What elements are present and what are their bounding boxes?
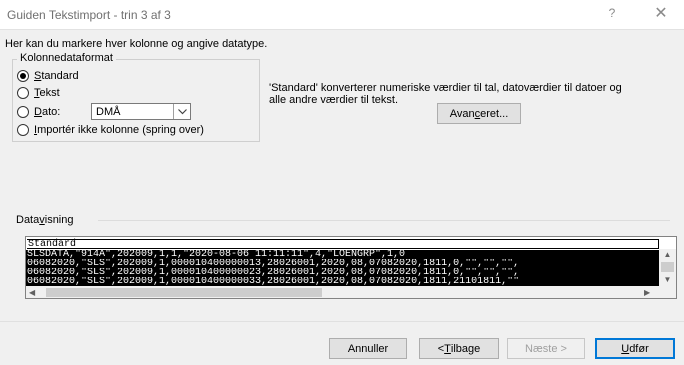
radio-standard-label: Standard bbox=[34, 69, 79, 82]
radio-selected-icon bbox=[17, 69, 29, 82]
radio-date[interactable]: Dato: bbox=[17, 104, 60, 119]
intro-text: Her kan du markere hver kolonne og angiv… bbox=[5, 38, 268, 50]
preview-row: 06082020,"SLS",202009,1,000010400000033,… bbox=[26, 277, 659, 286]
vertical-scroll-thumb[interactable] bbox=[661, 262, 674, 272]
scroll-up-icon[interactable]: ▲ bbox=[659, 249, 676, 260]
scroll-down-icon[interactable]: ▼ bbox=[659, 274, 676, 285]
advanced-button[interactable]: Avan c eret... bbox=[437, 103, 521, 124]
window-title: Guiden Tekstimport - trin 3 af 3 bbox=[7, 8, 171, 22]
column-format-legend: Kolonnedataformat bbox=[17, 52, 116, 64]
preview-row: 06082020,"SLS",202009,1,000010400000023,… bbox=[26, 268, 659, 277]
footer-divider bbox=[0, 321, 684, 322]
scroll-left-icon[interactable]: ◀ bbox=[29, 286, 41, 298]
date-format-select[interactable]: DMÅ bbox=[91, 103, 191, 120]
preview-divider bbox=[98, 220, 670, 221]
scroll-right-icon[interactable]: ▶ bbox=[644, 286, 656, 298]
title-bar: Guiden Tekstimport - trin 3 af 3 ? ✕ bbox=[0, 0, 684, 30]
preview-label: Datavisning bbox=[16, 214, 74, 226]
format-description-line1: 'Standard' konverterer numeriske værdier… bbox=[269, 82, 622, 94]
finish-button[interactable]: Udfør bbox=[595, 338, 675, 359]
next-button[interactable]: Næste > bbox=[507, 338, 585, 359]
column-header[interactable]: Standard bbox=[27, 239, 659, 250]
radio-unselected-icon bbox=[17, 86, 29, 99]
preview-row: SLSDATA,"914A",202009,1,1,"2020-08-06 11… bbox=[26, 250, 659, 259]
preview-row: 06082020,"SLS",202009,1,000010400000013,… bbox=[26, 259, 659, 268]
radio-skip-column[interactable]: Importér ikke kolonne (spring over) bbox=[17, 122, 204, 137]
chevron-down-icon[interactable] bbox=[173, 104, 190, 119]
data-preview[interactable]: Standard SLSDATA,"914A",202009,1,1,"2020… bbox=[25, 236, 677, 299]
vertical-scrollbar[interactable]: ▲ ▼ bbox=[659, 249, 676, 286]
close-button[interactable]: ✕ bbox=[650, 3, 672, 25]
scrollbar-corner bbox=[659, 286, 676, 298]
preview-data-area[interactable]: Standard SLSDATA,"914A",202009,1,1,"2020… bbox=[26, 237, 659, 286]
radio-unselected-icon bbox=[17, 105, 29, 118]
date-format-value: DMÅ bbox=[96, 106, 121, 118]
radio-text-label: Tekst bbox=[34, 86, 60, 99]
horizontal-scroll-thumb[interactable] bbox=[46, 288, 322, 297]
cancel-button[interactable]: Annuller bbox=[329, 338, 407, 359]
radio-unselected-icon bbox=[17, 123, 29, 136]
back-button[interactable]: < Tilbage bbox=[419, 338, 499, 359]
radio-date-label: Dato: bbox=[34, 105, 61, 118]
horizontal-scrollbar[interactable]: ◀ ▶ bbox=[26, 286, 659, 298]
radio-text[interactable]: Tekst bbox=[17, 85, 60, 100]
help-button[interactable]: ? bbox=[602, 6, 622, 24]
radio-standard[interactable]: Standard bbox=[17, 68, 79, 83]
radio-skip-column-label: Importér ikke kolonne (spring over) bbox=[34, 123, 204, 136]
